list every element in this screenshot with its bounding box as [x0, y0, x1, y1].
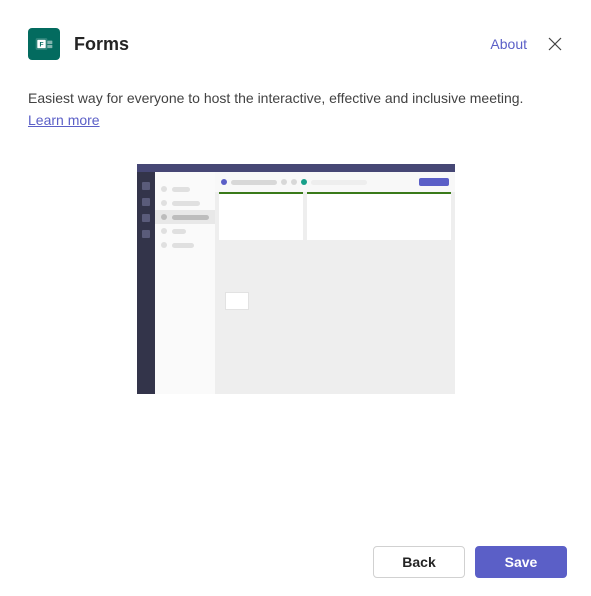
dialog-title: Forms: [74, 34, 490, 55]
description-block: Easiest way for everyone to host the int…: [0, 60, 591, 130]
preview-container: [0, 164, 591, 394]
dialog-header: F Forms About: [0, 0, 591, 60]
forms-icon: F: [28, 28, 60, 60]
close-icon: [548, 37, 562, 51]
description-text: Easiest way for everyone to host the int…: [28, 90, 523, 106]
svg-text:F: F: [39, 42, 43, 49]
dialog-footer: Back Save: [373, 546, 567, 578]
save-button[interactable]: Save: [475, 546, 567, 578]
app-preview-image: [137, 164, 455, 394]
close-button[interactable]: [547, 36, 563, 52]
learn-more-link[interactable]: Learn more: [28, 110, 100, 130]
about-link[interactable]: About: [490, 36, 527, 52]
back-button[interactable]: Back: [373, 546, 465, 578]
